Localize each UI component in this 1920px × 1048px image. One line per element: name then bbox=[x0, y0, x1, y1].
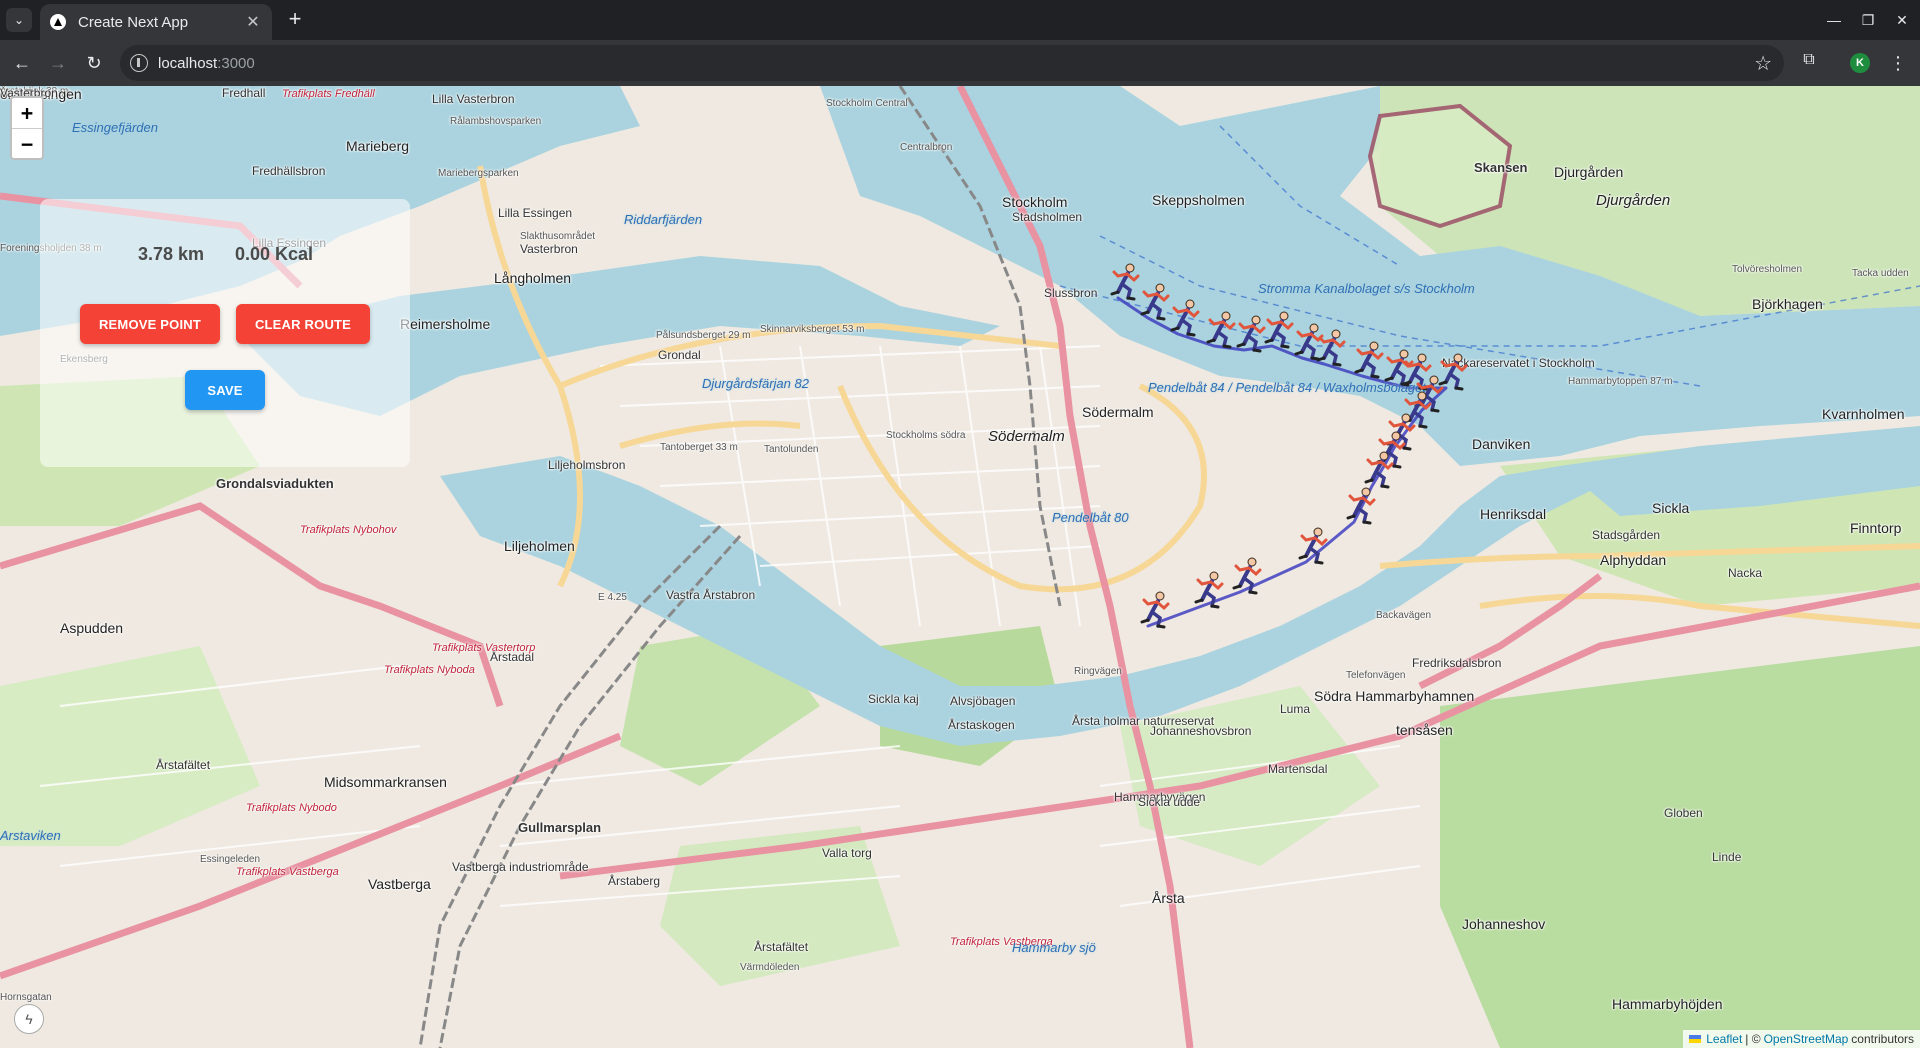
runner-marker-icon[interactable] bbox=[1296, 526, 1330, 566]
attribution-suffix: contributors bbox=[1851, 1032, 1914, 1046]
runner-marker-icon[interactable] bbox=[1352, 340, 1386, 380]
zoom-out-button[interactable]: − bbox=[12, 128, 42, 158]
forward-arrow-icon[interactable]: → bbox=[46, 51, 70, 75]
runner-marker-icon[interactable] bbox=[1138, 590, 1172, 630]
route-control-panel: 3.78 km 0.00 Kcal REMOVE POINT CLEAR ROU… bbox=[40, 199, 410, 467]
url-host: localhost bbox=[158, 54, 218, 72]
browser-toolbar: ← → ↻ localhost:3000 ☆ ⧉ K ⋮ bbox=[0, 40, 1920, 86]
runner-marker-icon[interactable] bbox=[1168, 298, 1202, 338]
browser-tab-bar: ⌄ Create Next App ✕ + — ❐ ✕ bbox=[0, 0, 1920, 40]
url-port: :3000 bbox=[217, 54, 255, 72]
browser-menu-icon[interactable]: ⋮ bbox=[1886, 51, 1910, 75]
ukraine-flag-icon bbox=[1689, 1035, 1702, 1043]
zoom-in-button[interactable]: + bbox=[12, 98, 42, 128]
site-info-icon[interactable] bbox=[130, 54, 148, 72]
tab-search-chevron-icon[interactable]: ⌄ bbox=[6, 8, 32, 32]
runner-marker-icon[interactable] bbox=[1204, 310, 1238, 350]
lightning-icon[interactable]: ϟ bbox=[14, 1004, 44, 1034]
runner-marker-icon[interactable] bbox=[1344, 486, 1378, 526]
browser-tab[interactable]: Create Next App ✕ bbox=[40, 4, 272, 40]
reload-icon[interactable]: ↻ bbox=[82, 51, 106, 75]
restore-icon[interactable]: ❐ bbox=[1856, 8, 1880, 32]
extensions-puzzle-icon[interactable]: ⧉ bbox=[1797, 51, 1821, 75]
runner-marker-icon[interactable] bbox=[1362, 450, 1396, 490]
window-close-icon[interactable]: ✕ bbox=[1890, 8, 1914, 32]
remove-point-button[interactable]: REMOVE POINT bbox=[80, 304, 220, 344]
attribution-separator: | © bbox=[1745, 1032, 1761, 1046]
minimize-icon[interactable]: — bbox=[1822, 8, 1846, 32]
nextjs-favicon-icon bbox=[50, 14, 66, 30]
profile-avatar[interactable]: K bbox=[1850, 53, 1870, 73]
map-attribution: Leaflet | © OpenStreetMap contributors bbox=[1683, 1030, 1920, 1048]
back-arrow-icon[interactable]: ← bbox=[10, 51, 34, 75]
runner-marker-icon[interactable] bbox=[1230, 556, 1264, 596]
new-tab-button[interactable]: + bbox=[282, 8, 308, 32]
bookmark-star-icon[interactable]: ☆ bbox=[1754, 51, 1772, 76]
map-container[interactable]: Fredhall Trafikplats Fredhäll Lilla Vaster… bbox=[0, 86, 1920, 1048]
runner-marker-icon[interactable] bbox=[1138, 282, 1172, 322]
distance-value: 3.78 km bbox=[138, 244, 205, 264]
save-button[interactable]: SAVE bbox=[185, 370, 265, 410]
runner-marker-icon[interactable] bbox=[1108, 262, 1142, 302]
osm-link[interactable]: OpenStreetMap bbox=[1764, 1032, 1849, 1046]
tab-close-icon[interactable]: ✕ bbox=[244, 12, 262, 32]
runner-marker-icon[interactable] bbox=[1262, 310, 1296, 350]
zoom-control: + − bbox=[10, 96, 44, 160]
tab-title: Create Next App bbox=[78, 13, 189, 31]
leaflet-link[interactable]: Leaflet bbox=[1706, 1032, 1742, 1046]
clear-route-button[interactable]: CLEAR ROUTE bbox=[236, 304, 370, 344]
runner-marker-icon[interactable] bbox=[1314, 328, 1348, 368]
calories-value: 0.00 Kcal bbox=[235, 244, 314, 264]
address-bar[interactable]: localhost:3000 ☆ bbox=[120, 45, 1784, 81]
runner-marker-icon[interactable] bbox=[1192, 570, 1226, 610]
